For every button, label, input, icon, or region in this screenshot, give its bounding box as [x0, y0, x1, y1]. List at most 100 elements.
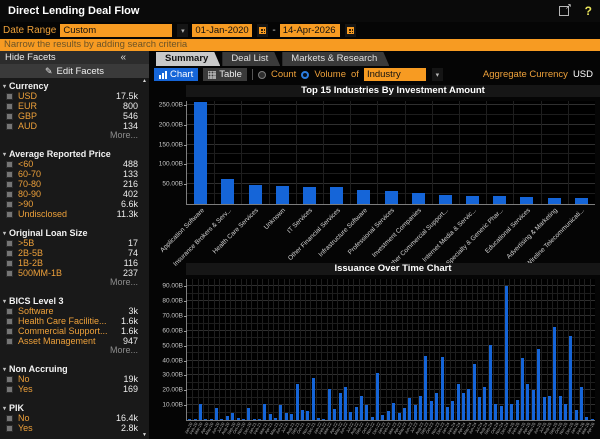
- bar[interactable]: [473, 364, 476, 420]
- bar[interactable]: [330, 187, 343, 204]
- bar[interactable]: [559, 396, 562, 420]
- bar[interactable]: [424, 356, 427, 420]
- checkbox[interactable]: [6, 386, 13, 393]
- bar[interactable]: [376, 373, 379, 420]
- bar[interactable]: [439, 195, 452, 205]
- bar[interactable]: [210, 419, 213, 420]
- facet-item[interactable]: Health Care Facilitie...1.6k: [3, 316, 138, 326]
- bar[interactable]: [269, 414, 272, 420]
- checkbox[interactable]: [6, 328, 13, 335]
- facet-item[interactable]: GBP546: [3, 111, 138, 121]
- bar[interactable]: [564, 404, 567, 420]
- bar[interactable]: [494, 404, 497, 420]
- checkbox[interactable]: [6, 270, 13, 277]
- checkbox[interactable]: [6, 338, 13, 345]
- bar[interactable]: [204, 419, 207, 420]
- checkbox[interactable]: [6, 181, 13, 188]
- facet-section-header[interactable]: ▾Non Accruing: [3, 364, 138, 374]
- bar[interactable]: [392, 403, 395, 420]
- bar[interactable]: [478, 397, 481, 420]
- bar[interactable]: [301, 410, 304, 420]
- checkbox[interactable]: [6, 250, 13, 257]
- scroll-up-icon[interactable]: ▲: [142, 79, 147, 84]
- bar[interactable]: [466, 196, 479, 204]
- bar[interactable]: [398, 413, 401, 420]
- bar[interactable]: [317, 418, 320, 420]
- bar[interactable]: [339, 393, 342, 420]
- checkbox[interactable]: [6, 211, 13, 218]
- checkbox[interactable]: [6, 318, 13, 325]
- bar[interactable]: [276, 186, 289, 204]
- facet-section-header[interactable]: ▾Original Loan Size: [3, 228, 138, 238]
- bar[interactable]: [467, 389, 470, 420]
- checkbox[interactable]: [6, 103, 13, 110]
- facet-item[interactable]: >5B17: [3, 238, 138, 248]
- bar[interactable]: [451, 401, 454, 420]
- table-view-button[interactable]: Table: [203, 68, 247, 81]
- bar[interactable]: [322, 419, 325, 420]
- count-radio[interactable]: [258, 71, 266, 79]
- bar[interactable]: [419, 396, 422, 420]
- bar[interactable]: [328, 389, 331, 420]
- dimension-select[interactable]: Industry: [364, 68, 426, 81]
- edit-facets-button[interactable]: ✎ Edit Facets: [0, 64, 149, 78]
- checkbox[interactable]: [6, 161, 13, 168]
- checkbox[interactable]: [6, 415, 13, 422]
- bar[interactable]: [349, 412, 352, 420]
- facet-item[interactable]: Commercial Support...1.6k: [3, 326, 138, 336]
- bar[interactable]: [575, 410, 578, 420]
- checkbox[interactable]: [6, 191, 13, 198]
- bar[interactable]: [441, 357, 444, 420]
- bar[interactable]: [355, 407, 358, 420]
- bar[interactable]: [489, 345, 492, 420]
- bar[interactable]: [457, 384, 460, 420]
- bar[interactable]: [462, 393, 465, 420]
- facet-section-header[interactable]: ▾Currency: [3, 81, 138, 91]
- checkbox[interactable]: [6, 376, 13, 383]
- bar[interactable]: [385, 191, 398, 204]
- tab-markets-research[interactable]: Markets & Research: [282, 52, 389, 66]
- bar[interactable]: [360, 396, 363, 420]
- bar[interactable]: [247, 408, 250, 420]
- facet-item[interactable]: No19k: [3, 374, 138, 384]
- bar[interactable]: [505, 286, 508, 420]
- bar[interactable]: [215, 408, 218, 420]
- checkbox[interactable]: [6, 113, 13, 120]
- facet-item[interactable]: Yes2.8k: [3, 423, 138, 433]
- bar[interactable]: [237, 418, 240, 420]
- bar[interactable]: [446, 407, 449, 420]
- checkbox[interactable]: [6, 425, 13, 432]
- hide-facets-button[interactable]: Hide Facets «: [0, 51, 149, 64]
- bar[interactable]: [263, 404, 266, 420]
- bar[interactable]: [303, 187, 316, 204]
- volume-radio[interactable]: [301, 71, 309, 79]
- bar[interactable]: [521, 358, 524, 420]
- chart-view-button[interactable]: Chart: [154, 68, 198, 81]
- checkbox[interactable]: [6, 240, 13, 247]
- help-icon[interactable]: ?: [585, 4, 592, 18]
- bar[interactable]: [253, 419, 256, 420]
- checkbox[interactable]: [6, 123, 13, 130]
- bar[interactable]: [575, 198, 588, 204]
- bar[interactable]: [279, 405, 282, 420]
- bar[interactable]: [520, 197, 533, 204]
- bar[interactable]: [548, 396, 551, 420]
- date-range-preset-select[interactable]: Custom: [60, 24, 172, 37]
- facet-item[interactable]: 60-70133: [3, 169, 138, 179]
- bar[interactable]: [344, 387, 347, 420]
- checkbox[interactable]: [6, 201, 13, 208]
- facet-item[interactable]: Software3k: [3, 306, 138, 316]
- facet-item[interactable]: <60488: [3, 159, 138, 169]
- bar[interactable]: [274, 418, 277, 420]
- bar[interactable]: [483, 387, 486, 420]
- bar[interactable]: [220, 419, 223, 420]
- bar[interactable]: [585, 417, 588, 420]
- facet-item[interactable]: No16.4k: [3, 413, 138, 423]
- facet-more-link[interactable]: More...: [3, 278, 138, 287]
- facet-item[interactable]: EUR800: [3, 101, 138, 111]
- tab-deal-list[interactable]: Deal List: [222, 52, 280, 66]
- bar[interactable]: [516, 400, 519, 420]
- bar[interactable]: [500, 406, 503, 420]
- facet-item[interactable]: USD17.5k: [3, 91, 138, 101]
- bar[interactable]: [430, 401, 433, 420]
